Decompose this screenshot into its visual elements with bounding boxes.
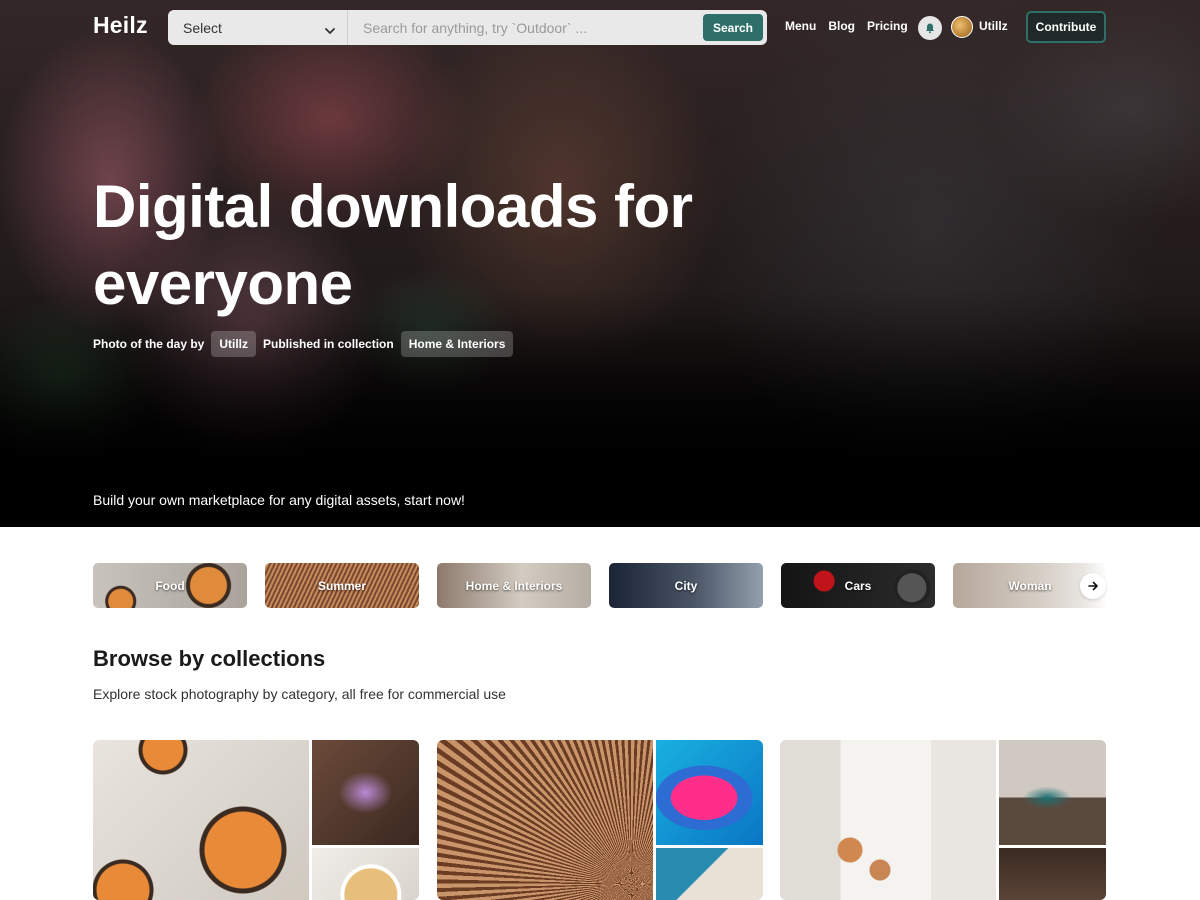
collection-image	[312, 740, 419, 845]
category-label: Summer	[317, 578, 367, 593]
collection-image	[656, 848, 763, 900]
nav-link-blog[interactable]: Blog	[828, 19, 855, 33]
category-label: Cars	[844, 578, 872, 593]
category-food[interactable]: Food	[93, 563, 247, 608]
collection-chip[interactable]: Home & Interiors	[400, 331, 514, 357]
collections-heading: Browse by collections	[93, 646, 326, 671]
nav-link-pricing[interactable]: Pricing	[867, 19, 908, 33]
nav-links: Menu Blog Pricing	[785, 19, 908, 33]
category-label: Woman	[1008, 578, 1052, 593]
category-select-value: Select	[183, 19, 222, 36]
collection-card-food[interactable]	[93, 740, 419, 900]
collection-card-summer[interactable]	[437, 740, 763, 900]
collection-card-home-interiors[interactable]	[780, 740, 1106, 900]
bell-icon[interactable]	[918, 16, 942, 40]
contribute-button[interactable]: Contribute	[1026, 11, 1106, 43]
collection-image	[656, 740, 763, 845]
nav-link-menu[interactable]: Menu	[785, 19, 816, 33]
hero-banner: Heilz Select Search Menu Blog Pricing Ut…	[0, 0, 1200, 527]
photo-by-label: Photo of the day by	[93, 337, 205, 351]
search-input[interactable]	[348, 10, 703, 45]
top-navigation: Heilz Select Search Menu Blog Pricing Ut…	[0, 0, 1200, 56]
collection-image	[780, 740, 996, 900]
published-label: Published in collection	[263, 337, 394, 351]
search-button[interactable]: Search	[702, 14, 763, 41]
photo-of-the-day: Photo of the day by Utillz Published in …	[93, 331, 514, 357]
category-home-interiors[interactable]: Home & Interiors	[437, 563, 591, 608]
category-select[interactable]: Select	[168, 10, 348, 45]
collection-image	[312, 848, 419, 900]
category-city[interactable]: City	[609, 563, 763, 608]
category-label: Food	[155, 578, 185, 593]
search-bar: Select Search	[168, 10, 767, 45]
user-name[interactable]: Utillz	[979, 19, 1008, 33]
photo-author-chip[interactable]: Utillz	[211, 331, 257, 357]
collection-image	[437, 740, 653, 900]
hero-tagline: Build your own marketplace for any digit…	[93, 492, 465, 508]
category-cars[interactable]: Cars	[781, 563, 935, 608]
collection-image	[999, 848, 1106, 900]
category-carousel: Food Summer Home & Interiors City Cars W…	[93, 563, 1107, 608]
hero-title: Digital downloads for everyone	[93, 173, 693, 317]
collection-image	[93, 740, 309, 900]
avatar[interactable]	[951, 16, 973, 38]
arrow-right-icon[interactable]	[1080, 573, 1106, 599]
category-label: City	[674, 578, 698, 593]
collections-subtitle: Explore stock photography by category, a…	[93, 686, 506, 702]
collection-image	[999, 740, 1106, 845]
site-logo[interactable]: Heilz	[93, 12, 148, 39]
category-label: Home & Interiors	[465, 578, 563, 593]
chevron-down-icon	[325, 23, 335, 34]
category-summer[interactable]: Summer	[265, 563, 419, 608]
